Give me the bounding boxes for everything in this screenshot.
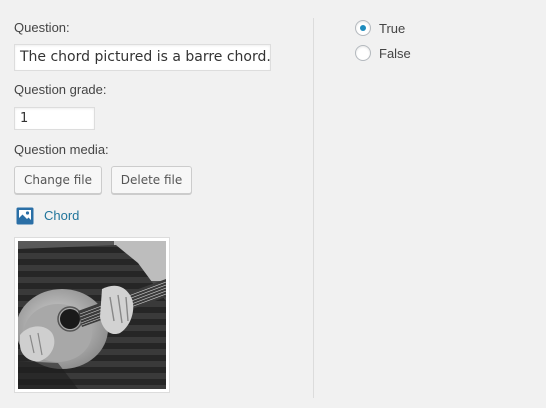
column-divider	[313, 18, 314, 398]
delete-file-button[interactable]: Delete file	[111, 166, 192, 194]
radio-false[interactable]	[355, 45, 371, 61]
question-grade-label: Question grade:	[14, 82, 107, 97]
change-file-button[interactable]: Change file	[14, 166, 102, 194]
question-label: Question:	[14, 20, 70, 35]
answer-option-false[interactable]: False	[355, 44, 411, 62]
question-media-label: Question media:	[14, 142, 109, 157]
media-file-link[interactable]: Chord	[44, 208, 79, 223]
answer-option-true[interactable]: True	[355, 19, 405, 37]
image-file-icon	[16, 207, 34, 225]
guitar-player-photo	[18, 241, 166, 389]
media-thumbnail[interactable]	[14, 237, 170, 393]
radio-true[interactable]	[355, 20, 371, 36]
answer-label-true: True	[379, 20, 406, 36]
answer-label-false: False	[379, 45, 411, 61]
question-grade-input[interactable]: 1	[14, 107, 95, 130]
question-input[interactable]: The chord pictured is a barre chord.	[14, 44, 271, 71]
